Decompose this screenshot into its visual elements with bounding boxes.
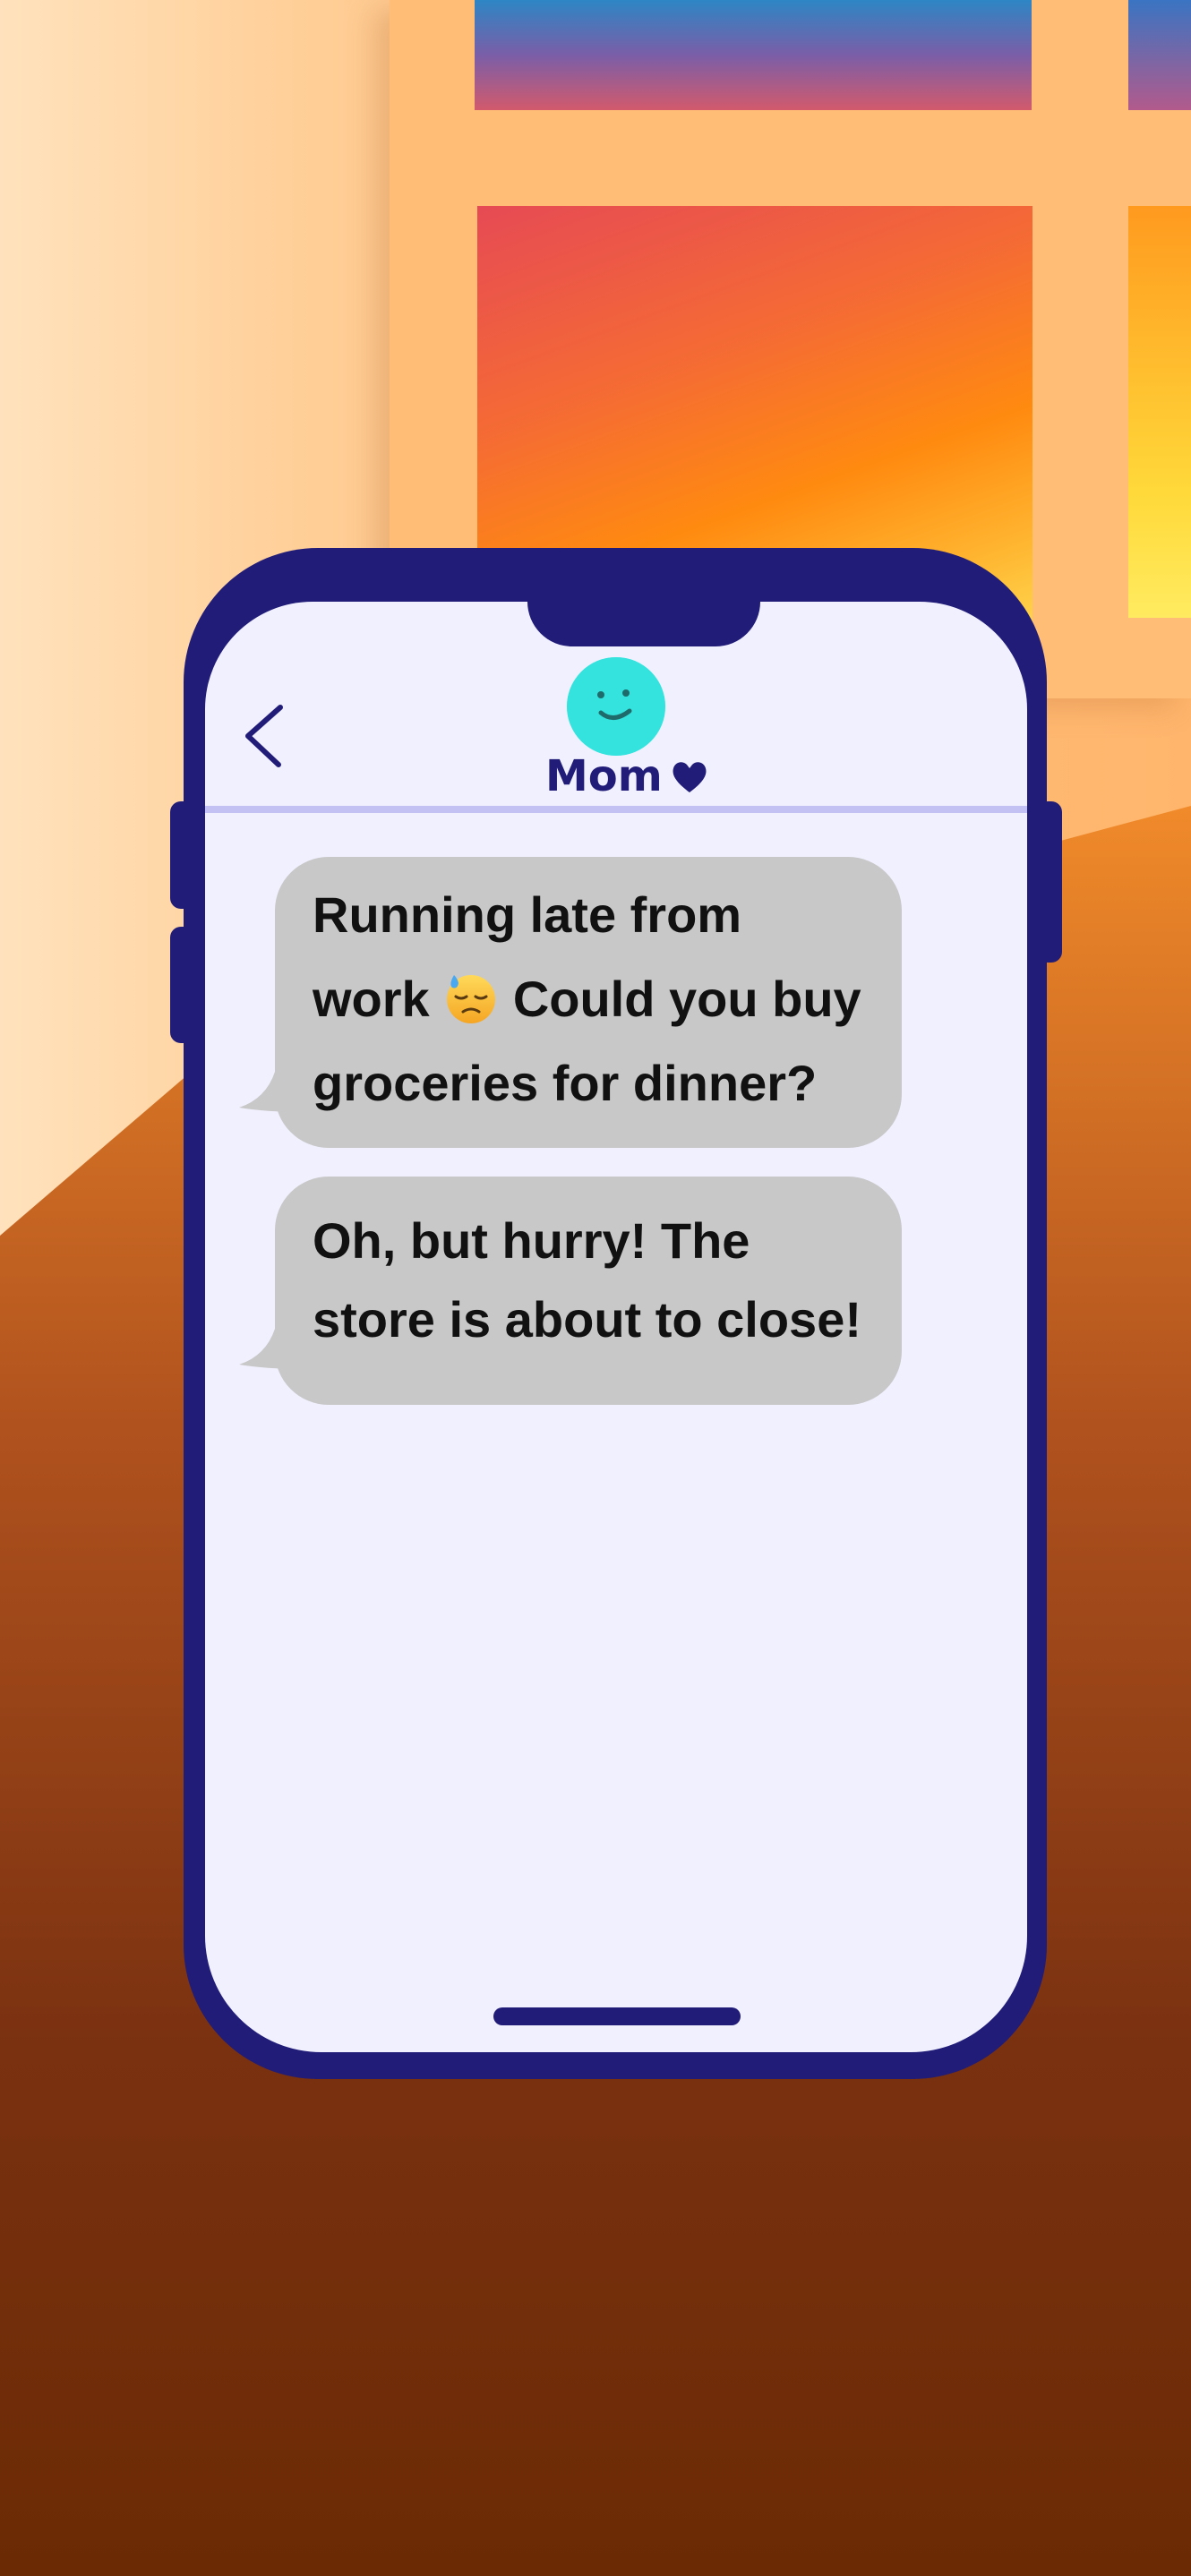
downcast-sweat-emoji (447, 975, 496, 1023)
conversation-header: Mom (205, 602, 1027, 808)
contact-name: Mom (545, 751, 663, 801)
messages-screen: Mom Running late from work Could you buy… (205, 602, 1027, 2052)
heart-icon (673, 762, 707, 792)
home-indicator[interactable] (493, 2007, 741, 2025)
message-bubble: Oh, but hurry! The store is about to clo… (239, 1177, 902, 1405)
game-scene: Mom Running late from work Could you buy… (0, 0, 1191, 2576)
window-pane (1128, 206, 1191, 618)
bubble-tail (239, 1329, 302, 1369)
contact-name-label: Mom (545, 749, 724, 803)
chevron-left-icon[interactable] (239, 700, 293, 772)
window-pane (1128, 0, 1191, 110)
message-text: Oh, but hurry! The store is about to clo… (313, 1212, 861, 1348)
contact-avatar[interactable] (567, 657, 665, 756)
message-bubble: Running late from work Could you buy gro… (239, 857, 902, 1148)
header-divider (205, 806, 1027, 813)
phone: Mom Running late from work Could you buy… (184, 548, 1047, 2079)
window-pane (475, 0, 1032, 110)
bubble-tail (239, 1072, 302, 1112)
